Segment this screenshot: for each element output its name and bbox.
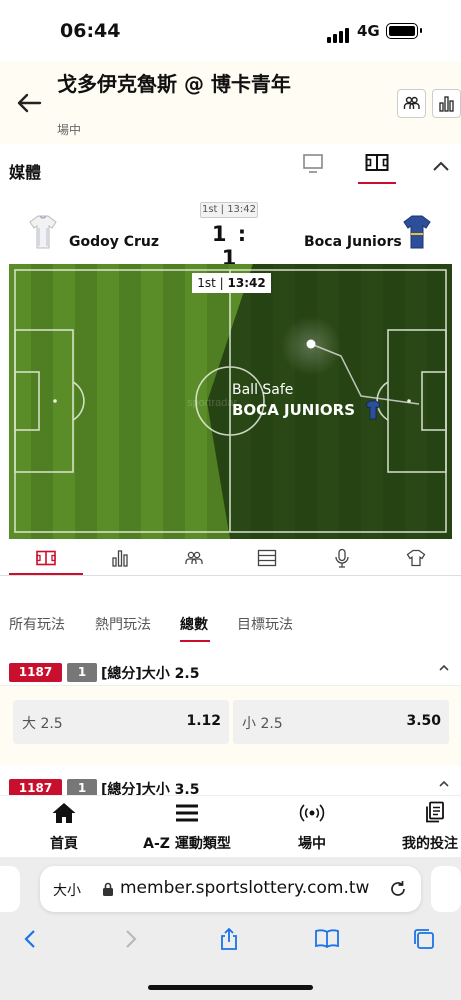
back-arrow-icon[interactable] xyxy=(16,90,42,116)
away-team-name: Boca Juniors xyxy=(304,234,402,250)
address-bar[interactable]: 大小 member.sportslottery.com.tw xyxy=(40,866,421,912)
pitch-graphic: sportradar xyxy=(9,264,452,539)
player-jersey-icon xyxy=(365,400,381,420)
reload-icon[interactable] xyxy=(388,879,408,899)
nav-label: 首頁 xyxy=(50,836,78,852)
forward-icon[interactable] xyxy=(118,927,142,951)
tab-standings[interactable] xyxy=(257,548,277,568)
odds-over-button[interactable]: 大 2.5 1.12 xyxy=(13,700,229,744)
share-icon[interactable] xyxy=(217,927,241,951)
score: 1 : 1 xyxy=(211,222,249,270)
scoreboard: 1st | 13:42 Godoy Cruz 1 : 1 Boca Junior… xyxy=(0,194,461,270)
pitch-icon xyxy=(36,550,56,566)
tab-lineups[interactable] xyxy=(184,548,204,568)
period-badge: 1st | 13:42 xyxy=(200,202,258,218)
home-icon xyxy=(52,803,76,823)
tab-pitch[interactable] xyxy=(36,548,56,568)
market-count: 1 xyxy=(67,663,97,682)
people-icon xyxy=(403,96,420,109)
bet-categories: 所有玩法 熱門玩法 總數 目標玩法 xyxy=(0,600,461,652)
category-active-indicator xyxy=(180,640,210,642)
clock: 06:44 xyxy=(60,20,121,42)
home-jersey-icon xyxy=(29,215,57,249)
microphone-icon xyxy=(335,548,349,568)
tab-stats[interactable] xyxy=(110,548,130,568)
prev-tab-preview[interactable] xyxy=(0,866,20,912)
event-status: 場中 xyxy=(57,123,82,137)
nav-my-bets[interactable]: 我的投注 xyxy=(402,801,461,853)
back-icon[interactable] xyxy=(19,927,43,951)
match-tracker: sportradar 1st | 13:42 Ball Safe BOCA JU… xyxy=(9,264,452,539)
lineup-button[interactable] xyxy=(397,89,426,118)
ball-state: Ball Safe xyxy=(232,382,294,398)
market-name: [總分]大小 2.5 xyxy=(101,666,200,682)
media-bar: 媒體 xyxy=(0,144,461,194)
bar-chart-icon xyxy=(439,96,454,112)
media-tab-underline xyxy=(358,182,396,184)
odds-under-button[interactable]: 小 2.5 3.50 xyxy=(233,700,449,744)
home-indicator xyxy=(148,985,313,990)
odds-label: 大 2.5 xyxy=(22,716,63,732)
nav-label: 場中 xyxy=(298,836,326,852)
odds-label: 小 2.5 xyxy=(242,716,283,732)
tracker-tab-indicator xyxy=(9,573,83,575)
shirt-icon xyxy=(406,549,426,567)
watermark: sportradar xyxy=(187,397,237,409)
pitch-clock-text: 13:42 xyxy=(227,276,266,290)
nav-label: 我的投注 xyxy=(402,836,458,852)
bets-icon xyxy=(426,801,444,823)
network-type: 4G xyxy=(357,22,380,40)
next-tab-preview[interactable] xyxy=(431,866,461,912)
bookmarks-icon[interactable] xyxy=(313,927,341,951)
stats-button[interactable] xyxy=(432,89,461,118)
pitch-view-icon[interactable] xyxy=(365,153,389,173)
reader-settings-button[interactable]: 大小 xyxy=(53,880,81,900)
market-header[interactable]: 1187 1 [總分]大小 2.5 xyxy=(0,654,461,686)
browser-toolbar: 大小 member.sportslottery.com.tw xyxy=(0,857,461,1000)
signal-icon xyxy=(327,24,351,43)
bar-chart-icon xyxy=(112,550,128,567)
market-id: 1187 xyxy=(9,663,62,682)
odds-value: 3.50 xyxy=(406,713,441,729)
tracker-tabs xyxy=(0,540,461,576)
nav-live[interactable]: 場中 xyxy=(284,801,340,853)
pitch-period-text: 1st xyxy=(197,276,216,290)
battery-icon xyxy=(386,23,422,39)
bottom-nav: 首頁 A-Z 運動類型 場中 我的投注 xyxy=(0,795,461,857)
tab-kits[interactable] xyxy=(406,548,426,568)
ball-possession-team: BOCA JUNIORS xyxy=(232,401,356,419)
tab-commentary[interactable] xyxy=(332,548,352,568)
table-icon xyxy=(257,549,277,567)
lock-icon xyxy=(103,882,113,896)
event-title: 戈多伊克魯斯 @ 博卡青年 xyxy=(57,72,291,96)
home-team-name: Godoy Cruz xyxy=(69,234,160,250)
category-popular[interactable]: 熱門玩法 xyxy=(95,614,151,634)
chevron-up-icon[interactable] xyxy=(432,160,450,172)
people-icon xyxy=(185,551,203,564)
collapse-caret-icon[interactable] xyxy=(439,780,449,787)
pitch-clock: 1st | 13:42 xyxy=(192,273,271,293)
nav-sports[interactable]: A-Z 運動類型 xyxy=(137,801,237,853)
odds-row: 大 2.5 1.12 小 2.5 3.50 xyxy=(0,686,461,766)
category-goals[interactable]: 目標玩法 xyxy=(237,614,293,634)
url-text: member.sportslottery.com.tw xyxy=(120,878,370,898)
category-totals[interactable]: 總數 xyxy=(180,614,208,634)
media-label: 媒體 xyxy=(9,163,42,182)
odds-value: 1.12 xyxy=(186,713,221,729)
away-jersey-icon xyxy=(403,215,431,249)
category-all[interactable]: 所有玩法 xyxy=(9,614,65,634)
status-bar: 06:44 4G xyxy=(0,0,461,62)
tv-icon[interactable] xyxy=(302,154,324,174)
nav-label: A-Z 運動類型 xyxy=(143,836,231,852)
event-header: 戈多伊克魯斯 @ 博卡青年 場中 xyxy=(0,62,461,144)
menu-icon xyxy=(176,804,198,822)
nav-home[interactable]: 首頁 xyxy=(40,801,88,853)
live-icon xyxy=(299,804,325,822)
collapse-caret-icon[interactable] xyxy=(439,664,449,671)
tabs-icon[interactable] xyxy=(412,927,436,951)
